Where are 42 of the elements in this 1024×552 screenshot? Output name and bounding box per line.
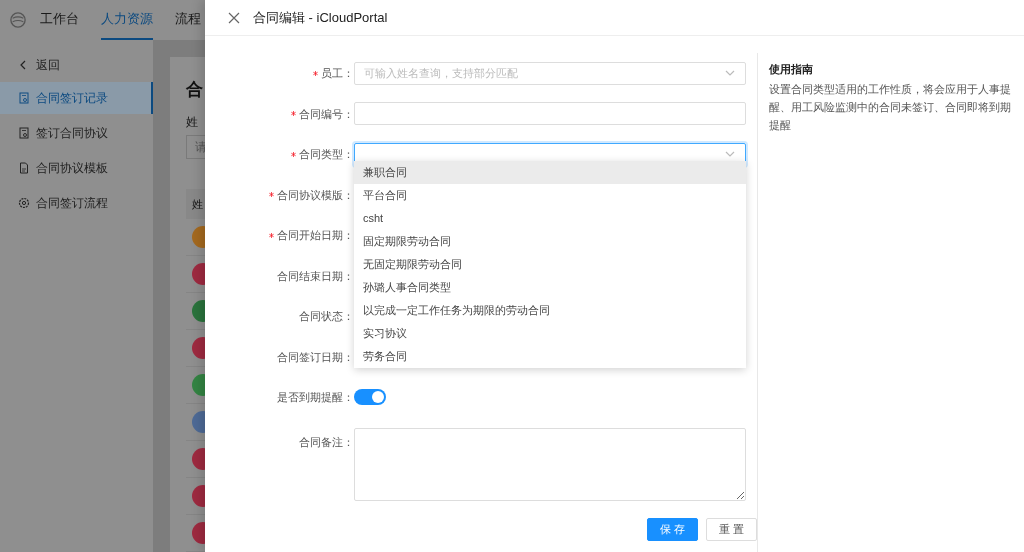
field-label: 合同状态： — [299, 309, 354, 324]
field-label: 合同结束日期： — [277, 268, 354, 284]
document-seal-icon — [18, 127, 30, 139]
chevron-left-icon — [18, 60, 28, 70]
field-label: 员工： — [321, 66, 354, 81]
dropdown-option[interactable]: 兼职合同 — [354, 161, 746, 184]
field-label: 合同签订日期： — [277, 349, 354, 365]
field-label: 合同开始日期： — [277, 228, 354, 243]
filter-label: 姓 — [186, 113, 198, 131]
field-label: 合同备注： — [299, 434, 354, 450]
dropdown-option[interactable]: 平台合同 — [354, 184, 746, 207]
field-label: 是否到期提醒： — [277, 390, 354, 405]
field-label: 合同协议模版： — [277, 187, 354, 203]
dropdown-option[interactable]: 无固定期限劳动合同 — [354, 253, 746, 276]
nav-tab[interactable]: 工作台 — [40, 0, 79, 40]
field-label: 合同类型： — [299, 147, 354, 162]
guide-title: 使用指南 — [769, 62, 814, 77]
close-icon — [228, 11, 240, 24]
reset-button[interactable]: 重 置 — [705, 517, 757, 541]
dropdown-option[interactable]: 劳务合同 — [354, 345, 746, 368]
nav-tab[interactable]: 流程 — [175, 0, 201, 40]
guide-text: 设置合同类型适用的工作性质，将会应用于人事提醒、用工风险监测中的合同未签订、合同即将到期提醒 — [769, 81, 1012, 133]
settings-icon — [18, 197, 30, 209]
sidebar-item[interactable]: 合同签订流程 — [0, 187, 153, 219]
toggle-switch[interactable] — [354, 389, 386, 406]
dropdown-option[interactable]: csht — [354, 207, 746, 230]
close-button[interactable] — [227, 10, 241, 25]
page-title: 合 — [186, 79, 203, 101]
dropdown-option[interactable]: 固定期限劳动合同 — [354, 230, 746, 253]
logo-icon — [10, 12, 26, 28]
document-seal-icon — [18, 92, 30, 104]
document-icon — [18, 162, 30, 174]
dropdown-option[interactable]: 以完成一定工作任务为期限的劳动合同 — [354, 299, 746, 322]
sidebar-item[interactable]: 合同协议模板 — [0, 152, 153, 184]
dropdown-option[interactable]: 实习协议 — [354, 322, 746, 345]
field-label: 合同编号： — [299, 106, 354, 122]
input-field[interactable] — [354, 102, 746, 126]
sidebar-item[interactable]: 签订合同协议 — [0, 117, 153, 149]
drawer-title: 合同编辑 - iCloudPortal — [253, 8, 388, 27]
dropdown-option[interactable]: 孙璐人事合同类型 — [354, 276, 746, 299]
back-link[interactable]: 返回 — [0, 50, 60, 80]
remarks-field[interactable] — [354, 427, 746, 501]
